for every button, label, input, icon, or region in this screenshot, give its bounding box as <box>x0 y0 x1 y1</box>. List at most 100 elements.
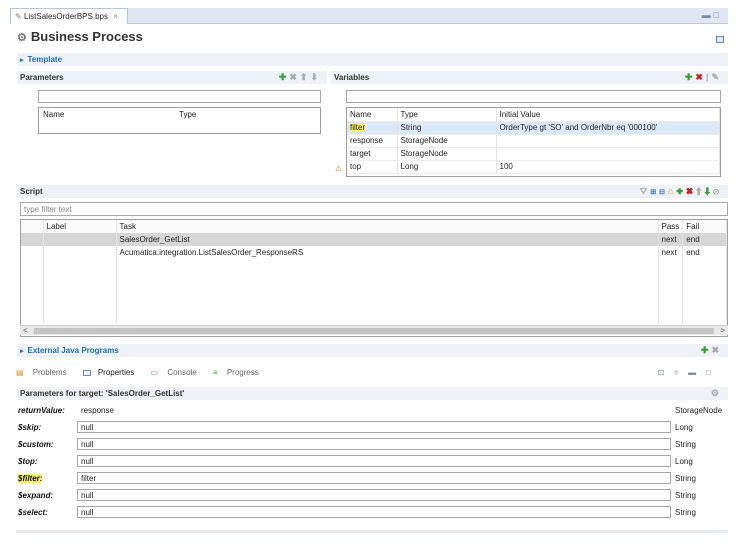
property-type: Long <box>675 457 693 466</box>
parameters-header: Parameters ✚✖⬆⬇ <box>17 71 327 84</box>
column-header-label[interactable]: Label <box>43 220 117 233</box>
delete-icon[interactable]: ✖ <box>711 345 722 355</box>
property-value-field[interactable]: null <box>77 455 671 467</box>
minimize-icon[interactable]: ▬ <box>702 10 714 20</box>
disable-icon[interactable]: ⊘ <box>713 186 722 196</box>
row-marker-cell <box>21 233 44 246</box>
move-down-icon[interactable]: ⬇ <box>705 186 714 196</box>
tab-problems[interactable]: ▤ Problems <box>16 368 74 377</box>
property-type: String <box>675 474 696 483</box>
gear-icon[interactable]: ⚙ <box>711 388 722 398</box>
empty-cell <box>21 272 44 285</box>
table-row[interactable]: filter String OrderType gt 'SO' and Orde… <box>347 121 720 135</box>
column-header-pass[interactable]: Pass <box>658 220 684 233</box>
view-menu-icon[interactable]: ⊡ <box>657 368 667 377</box>
close-icon[interactable]: × <box>113 12 118 21</box>
progress-icon: ≡ <box>212 368 218 377</box>
scroll-left-icon[interactable]: < <box>23 326 28 335</box>
column-header-task[interactable]: Task <box>116 220 659 233</box>
table-row[interactable]: top Long 100 <box>347 160 720 174</box>
variable-initial-value[interactable] <box>496 147 720 161</box>
editor-tab[interactable]: ✎ ListSalesOrderBPS.bps × <box>10 8 128 24</box>
column-header-type[interactable]: Type <box>176 108 320 121</box>
move-down-icon[interactable]: ⬇ <box>310 72 321 82</box>
variables-table: Name Type Initial Value filter String Or… <box>346 107 721 177</box>
empty-cell <box>43 272 117 285</box>
warning-icon: ⚠ <box>335 164 343 173</box>
column-header-name[interactable]: Name <box>39 108 176 121</box>
property-value-field[interactable]: filter <box>77 472 671 484</box>
add-icon[interactable]: ✚ <box>685 72 696 82</box>
view-controls: ⊡ ▿ ▬ □ <box>657 368 721 377</box>
horizontal-scrollbar[interactable]: < > <box>20 325 728 335</box>
variables-filter-input[interactable] <box>346 90 721 103</box>
task-fail: end <box>682 246 727 259</box>
scrollbar-thumb[interactable] <box>34 328 714 334</box>
task-pass: next <box>658 246 684 259</box>
task-fail: end <box>682 233 727 246</box>
scroll-right-icon[interactable]: > <box>720 326 725 335</box>
tab-console[interactable]: ▭ Console <box>151 368 204 377</box>
variable-initial-value[interactable]: OrderType gt 'SO' and OrderNbr eq '00010… <box>496 121 720 135</box>
column-header-fail[interactable]: Fail <box>682 220 727 233</box>
empty-cell <box>43 259 117 272</box>
edit-icon[interactable]: ✎ <box>711 72 722 82</box>
table-row[interactable]: response StorageNode <box>347 134 720 148</box>
script-table: Label Task Pass Fail SalesOrder_GetList … <box>20 219 728 337</box>
property-value-field[interactable]: null <box>77 489 671 501</box>
open-folder-icon[interactable]: ⌂ <box>668 186 676 196</box>
collapse-all-icon[interactable]: ⊟ <box>659 186 668 196</box>
property-value-field[interactable]: response <box>77 404 671 416</box>
empty-cell <box>43 311 117 324</box>
property-value-field[interactable]: null <box>77 506 671 518</box>
delete-icon[interactable]: ✖ <box>289 72 300 82</box>
table-row[interactable]: SalesOrder_GetList next end <box>21 233 727 246</box>
maximize-icon[interactable]: □ <box>714 10 722 20</box>
column-header-type[interactable]: Type <box>397 108 497 122</box>
table-row[interactable]: Acumatica.integration.ListSalesOrder_Res… <box>21 246 727 259</box>
property-type: String <box>675 491 696 500</box>
minimize-icon[interactable]: ▬ <box>688 368 699 377</box>
script-filter-input[interactable]: type filter text <box>20 202 728 216</box>
view-tabs: ▤ Problems Properties ▭ Console ≡ Progre… <box>16 368 728 380</box>
task-name: Acumatica.integration.ListSalesOrder_Res… <box>116 246 659 259</box>
add-icon[interactable]: ✚ <box>279 72 290 82</box>
empty-cell <box>116 259 659 272</box>
add-icon[interactable]: ✚ <box>701 345 712 355</box>
maximize-icon[interactable]: □ <box>706 368 714 377</box>
variable-name: response <box>347 134 398 148</box>
column-header-name[interactable]: Name <box>347 108 398 122</box>
variable-initial-value[interactable] <box>496 134 720 148</box>
variable-initial-value[interactable]: 100 <box>496 160 720 174</box>
table-row[interactable]: target StorageNode <box>347 147 720 161</box>
empty-cell <box>682 285 727 298</box>
dropdown-icon[interactable]: ▿ <box>674 368 681 377</box>
form-menu-icon[interactable] <box>716 36 724 43</box>
empty-cell <box>43 285 117 298</box>
variable-type: Long <box>397 160 497 174</box>
properties-toolbar: ⚙ <box>711 388 722 399</box>
tab-progress[interactable]: ≡ Progress <box>213 368 266 377</box>
property-value-field[interactable]: null <box>77 438 671 450</box>
expand-all-icon[interactable]: ⊞ <box>650 186 659 196</box>
column-header-initial-value[interactable]: Initial Value <box>496 108 720 122</box>
property-value-field[interactable]: null <box>77 421 671 433</box>
property-label: $filter: <box>18 474 43 483</box>
row-marker-cell <box>21 220 44 233</box>
add-icon[interactable]: ✚ <box>676 186 686 196</box>
script-toolbar: ⛛⊞⊟⌂✚✖⬆⬇⊘ <box>640 186 722 197</box>
move-up-icon[interactable]: ⬆ <box>300 72 311 82</box>
editor-tab-bar: ✎ ListSalesOrderBPS.bps × ▬□ <box>10 8 728 24</box>
move-up-icon[interactable]: ⬆ <box>696 186 705 196</box>
tab-properties[interactable]: Properties <box>82 368 141 377</box>
property-type: Long <box>675 423 693 432</box>
template-section[interactable]: ▸ Template <box>17 53 728 66</box>
empty-cell <box>43 298 117 311</box>
external-java-programs-section[interactable]: ▸ External Java Programs ✚✖ <box>17 344 728 357</box>
delete-icon[interactable]: ✖ <box>686 186 696 196</box>
empty-cell <box>658 298 684 311</box>
parameters-filter-input[interactable] <box>38 90 321 103</box>
property-label: $custom: <box>18 440 54 449</box>
delete-icon[interactable]: ✖ <box>695 72 706 82</box>
filter-icon[interactable]: ⛛ <box>640 186 651 196</box>
